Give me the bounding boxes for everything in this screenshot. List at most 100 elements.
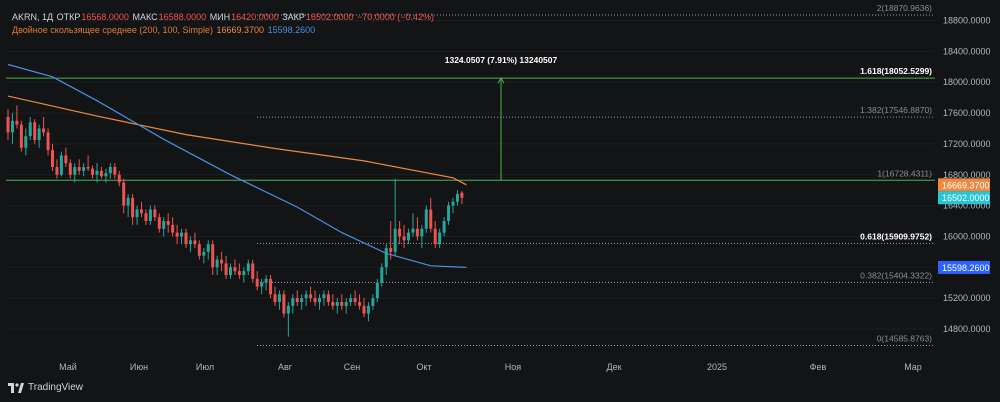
candle-body	[166, 221, 170, 225]
high-label: МАКС	[132, 12, 158, 22]
candle-body	[153, 209, 157, 218]
price-tick-label: 16800.0000	[943, 170, 991, 180]
candle-body	[131, 197, 135, 218]
candle-body	[322, 294, 326, 299]
price-badges: 16669.3700 16502.0000 15598.2600	[938, 178, 990, 274]
candle-body	[211, 244, 215, 268]
price-badge-label: 16502.0000	[942, 193, 990, 203]
candle-body	[415, 228, 419, 237]
price-tick-label: 17200.0000	[943, 139, 991, 149]
price-tick-label: 17600.0000	[943, 108, 991, 118]
price-tick-label: 18800.0000	[943, 16, 991, 26]
candle-body	[304, 294, 308, 299]
time-tick-label: Фев	[810, 362, 827, 372]
tradingview-brand[interactable]: TradingView	[8, 382, 83, 393]
time-tick-label: Сен	[344, 362, 361, 372]
candle-body	[135, 209, 139, 218]
candle-body	[233, 267, 237, 272]
measure-tool: 1324.0507 (7.91%) 13240507	[445, 55, 558, 181]
candle-body	[335, 302, 339, 306]
candle-body	[344, 302, 348, 306]
candle-body	[389, 248, 393, 252]
time-tick-label: Окт	[416, 362, 431, 372]
candle-body	[424, 209, 428, 229]
candle-body	[375, 282, 379, 299]
price-tick-label: 14800.0000	[943, 324, 991, 334]
candle-body	[188, 240, 192, 245]
price-chart[interactable]: 2(18870.9636) 1.618(18052.5299) 1.382(1754…	[0, 0, 1000, 402]
price-tick-label: 18000.0000	[943, 77, 991, 87]
time-tick-label: Июл	[196, 362, 214, 372]
measure-label: 1324.0507 (7.91%) 13240507	[445, 55, 558, 65]
candle-body	[104, 173, 108, 177]
candle-body	[175, 232, 179, 237]
time-tick-label: Июн	[130, 362, 148, 372]
candle-body	[15, 120, 19, 125]
candle-body	[384, 248, 388, 268]
candle-body	[108, 167, 112, 174]
time-axis: Май Июн Июл Авг Сен Окт Ноя Дек 2025 Фев Мар	[59, 362, 922, 372]
symbol-label[interactable]: AKRN, 1Д	[12, 12, 53, 22]
candle-body	[277, 294, 281, 303]
candle-body	[318, 298, 321, 303]
candle-body	[282, 294, 286, 314]
ma-legend[interactable]: Двойное скользящее среднее (200, 100, Si…	[12, 25, 316, 35]
fib-label-2: 2(18870.9636)	[877, 3, 932, 13]
candle-body	[46, 132, 50, 151]
price-axis: 18800.0000 18400.0000 18000.0000 17600.0000…	[943, 16, 991, 335]
close-label: ЗАКР	[282, 12, 305, 22]
fib-label-1: 1(16728.4311)	[877, 168, 932, 178]
change-value: −70.0000 (−0.42%)	[357, 12, 435, 22]
candle-body	[264, 278, 268, 283]
candle-body	[295, 298, 299, 303]
candle-body	[33, 122, 37, 141]
time-tick-label: Мар	[904, 362, 922, 372]
candle-body	[366, 305, 370, 314]
candle-body	[420, 228, 424, 237]
candle-body	[91, 168, 95, 175]
ma200-line	[7, 95, 467, 186]
candle-body	[42, 128, 46, 133]
candle-body	[460, 192, 464, 198]
candle-body	[380, 267, 384, 283]
candle-body	[433, 228, 437, 245]
candle-body	[286, 305, 290, 314]
candle-body	[429, 209, 433, 229]
candle-body	[24, 136, 28, 148]
tradingview-logo-icon	[8, 382, 24, 393]
candles	[6, 105, 464, 337]
candle-body	[73, 167, 77, 175]
candle-body	[28, 122, 32, 137]
candle-body	[82, 167, 86, 171]
candle-body	[95, 170, 99, 175]
ma100-value: 15598.2600	[267, 25, 316, 35]
ma200-value: 16669.3700	[216, 25, 265, 35]
high-value: 16588.0000	[158, 12, 207, 22]
fib-label-1.618: 1.618(18052.5299)	[860, 66, 932, 76]
candle-body	[362, 305, 366, 314]
candle-body	[353, 298, 357, 303]
candle-body	[447, 205, 451, 222]
candle-body	[393, 228, 397, 252]
candle-body	[291, 298, 295, 306]
price-badge-label: 16669.3700	[942, 180, 990, 190]
candle-body	[255, 278, 259, 287]
candle-body	[64, 155, 68, 164]
candle-body	[99, 170, 103, 177]
moving-averages	[7, 63, 467, 268]
candle-body	[10, 120, 14, 133]
candle-body	[162, 221, 166, 229]
candle-body	[197, 244, 201, 256]
candle-body	[411, 228, 415, 233]
candle-body	[309, 294, 313, 299]
brand-name: TradingView	[28, 382, 84, 393]
time-tick-label: 2025	[707, 362, 727, 372]
price-tick-label: 18400.0000	[943, 46, 991, 56]
candle-body	[451, 201, 455, 206]
candle-body	[442, 221, 446, 233]
candle-body	[157, 217, 161, 229]
candle-body	[206, 244, 210, 252]
candle-body	[251, 263, 255, 279]
candle-body	[407, 232, 410, 241]
candle-body	[144, 213, 148, 222]
